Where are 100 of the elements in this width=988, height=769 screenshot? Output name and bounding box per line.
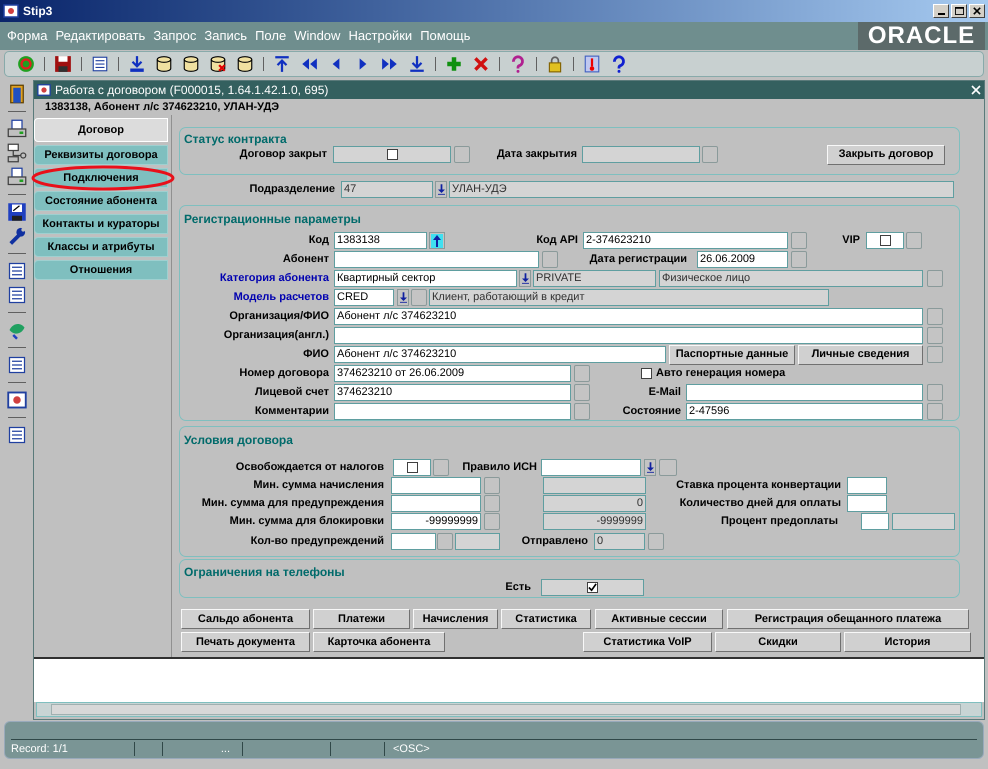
- action-button[interactable]: Скидки: [715, 632, 841, 652]
- action-button[interactable]: Статистика: [501, 609, 591, 629]
- list-icon[interactable]: [6, 425, 26, 445]
- menu-item[interactable]: Поле: [251, 26, 290, 46]
- wrench-icon[interactable]: [6, 226, 26, 246]
- checkbox[interactable]: [587, 582, 598, 593]
- tab[interactable]: Контакты и кураторы: [34, 214, 168, 234]
- text-field[interactable]: -99999999: [391, 513, 481, 530]
- tab[interactable]: Классы и атрибуты: [34, 237, 168, 257]
- tab[interactable]: Договор: [34, 118, 168, 142]
- action-button[interactable]: Закрыть договор: [827, 144, 945, 164]
- action-button[interactable]: Платежи: [313, 609, 410, 629]
- dropdown-button[interactable]: [435, 181, 447, 198]
- database-icon[interactable]: [236, 55, 254, 73]
- bar-down-arrow-icon[interactable]: [408, 55, 426, 73]
- text-field[interactable]: [455, 533, 500, 550]
- window-control-button[interactable]: [969, 4, 985, 18]
- text-field[interactable]: 0: [543, 495, 646, 512]
- checkbox[interactable]: [386, 149, 398, 160]
- plus-icon[interactable]: [445, 55, 463, 73]
- menu-item[interactable]: Форма: [3, 26, 52, 46]
- close-icon[interactable]: [971, 85, 981, 95]
- list-icon[interactable]: [6, 285, 26, 305]
- text-field[interactable]: 47: [341, 181, 433, 198]
- database-icon[interactable]: [155, 55, 173, 73]
- help-icon[interactable]: [610, 55, 628, 73]
- text-field[interactable]: PRIVATE: [533, 270, 656, 287]
- list-icon[interactable]: [91, 55, 109, 73]
- text-field[interactable]: [334, 403, 571, 420]
- text-field[interactable]: [847, 477, 887, 494]
- tab[interactable]: Отношения: [34, 260, 168, 280]
- list-icon[interactable]: [6, 261, 26, 281]
- action-button[interactable]: Карточка абонента: [313, 632, 445, 652]
- dropdown-button[interactable]: [644, 459, 656, 476]
- scrollbar-thumb[interactable]: [51, 704, 961, 715]
- tab[interactable]: Реквизиты договора: [34, 145, 168, 165]
- window-control-button[interactable]: [951, 4, 967, 18]
- text-field[interactable]: 1383138: [334, 232, 427, 249]
- text-field[interactable]: 2-374623210: [583, 232, 788, 249]
- text-field[interactable]: 374623210: [334, 384, 571, 401]
- database-icon[interactable]: [182, 55, 200, 73]
- dropdown-button[interactable]: [397, 289, 409, 306]
- text-field[interactable]: [861, 513, 889, 530]
- question-mark-icon[interactable]: [509, 55, 527, 73]
- text-field[interactable]: УЛАН-УДЭ: [449, 181, 954, 198]
- cross-icon[interactable]: [472, 55, 490, 73]
- text-field[interactable]: [847, 495, 887, 512]
- image-icon[interactable]: [6, 390, 26, 410]
- text-field[interactable]: [334, 251, 539, 268]
- list-icon[interactable]: [6, 355, 26, 375]
- dropdown-button[interactable]: [519, 270, 531, 287]
- horizontal-scrollbar[interactable]: [36, 702, 982, 717]
- circle-icon[interactable]: [17, 55, 35, 73]
- action-button[interactable]: Личные сведения: [798, 344, 923, 364]
- action-button[interactable]: Сальдо абонента: [181, 609, 310, 629]
- text-field[interactable]: [334, 327, 923, 344]
- action-button[interactable]: Печать документа: [181, 632, 310, 652]
- text-field[interactable]: [391, 533, 436, 550]
- text-field[interactable]: Квартирный сектор: [334, 270, 517, 287]
- menu-item[interactable]: Запрос: [149, 26, 200, 46]
- text-field[interactable]: [543, 477, 646, 494]
- text-field[interactable]: Клиент, работающий в кредит: [429, 289, 829, 306]
- menu-item[interactable]: Запись: [200, 26, 252, 46]
- floppy-icon[interactable]: [54, 55, 72, 73]
- text-field[interactable]: 2-47596: [686, 403, 923, 420]
- printer-icon[interactable]: [6, 167, 26, 187]
- text-field[interactable]: [686, 384, 923, 401]
- action-button[interactable]: История: [844, 632, 971, 652]
- tab[interactable]: Состояние абонента: [34, 191, 168, 211]
- bar-up-arrow-icon[interactable]: [273, 55, 291, 73]
- text-field[interactable]: 26.06.2009: [697, 251, 788, 268]
- checkbox[interactable]: [641, 368, 652, 379]
- text-field[interactable]: -9999999: [543, 513, 646, 530]
- text-field[interactable]: [391, 477, 481, 494]
- checkbox[interactable]: [880, 235, 890, 246]
- action-button[interactable]: Активные сессии: [595, 609, 723, 629]
- text-field[interactable]: CRED: [334, 289, 394, 306]
- text-field[interactable]: [582, 146, 700, 163]
- action-button[interactable]: Начисления: [413, 609, 498, 629]
- text-field[interactable]: [541, 459, 641, 476]
- text-field[interactable]: 374623210 от 26.06.2009: [334, 365, 571, 382]
- padlock-icon[interactable]: [546, 55, 564, 73]
- database-delete-icon[interactable]: [209, 55, 227, 73]
- text-field[interactable]: [391, 495, 481, 512]
- action-button[interactable]: Паспортные данные: [669, 344, 795, 364]
- text-field[interactable]: Абонент л/с 374623210: [334, 346, 666, 363]
- text-field[interactable]: Физическое лицо: [659, 270, 923, 287]
- up-button[interactable]: [429, 232, 445, 249]
- network-icon[interactable]: [6, 143, 26, 163]
- menu-item[interactable]: Редактировать: [52, 26, 150, 46]
- menu-item[interactable]: Window: [290, 26, 344, 46]
- printer-icon[interactable]: [6, 119, 26, 139]
- checkbox[interactable]: [406, 462, 418, 473]
- floppy-icon[interactable]: [6, 202, 26, 222]
- action-button[interactable]: Регистрация обещанного платежа: [727, 609, 969, 629]
- text-field[interactable]: [892, 513, 955, 530]
- action-button[interactable]: Статистика VoIP: [583, 632, 712, 652]
- menu-item[interactable]: Помощь: [416, 26, 474, 46]
- menu-item[interactable]: Настройки: [344, 26, 416, 46]
- download-icon[interactable]: [128, 55, 146, 73]
